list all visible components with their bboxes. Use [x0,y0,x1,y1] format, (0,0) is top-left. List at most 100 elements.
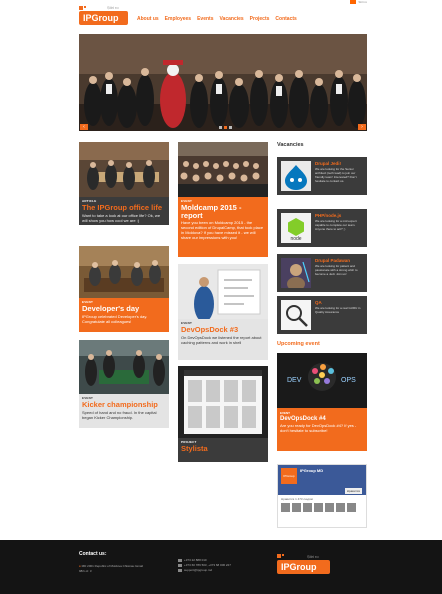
kicker-photo [79,340,169,394]
logo-language-label[interactable]: Știri ro [307,554,319,559]
fb-face-avatar[interactable] [303,503,312,512]
card-title[interactable]: The IPGroup office life [82,204,166,212]
card-body: EVENT DevOpsDock #4 Are you ready for De… [277,408,367,451]
vacancy-info: Drupal Jedi! We are looking for the Seni… [315,161,363,191]
slider-dot[interactable] [219,126,222,129]
nodejs-icon: node [281,213,311,243]
address: ● MD 2001 Republic of Moldova Chisinau I… [79,564,149,573]
vacancy-title[interactable]: Drupal Padawan [315,258,363,263]
page: Stiri ro Știri ro IPGroup About us Emplo… [0,0,442,594]
vacancy-drupal-padawan[interactable]: Drupal Padawan We are looking for patien… [277,254,367,292]
contact-details: +373 22 888 010 +373 60 789 503, +373 68… [178,558,231,573]
vacancy-php-nodejs[interactable]: node PHP/node.js We are looking for a mi… [277,209,367,247]
card-text: Are you ready for DevOpsDock #4? If yes … [280,423,357,433]
vacancy-drupal-jedi[interactable]: Drupal Jedi! We are looking for the Seni… [277,157,367,195]
slider-prev-arrow[interactable]: ‹ [80,124,88,130]
card-office-life[interactable]: ARTICLE The IPGroup office life Want to … [79,142,169,238]
card-devopsdock-4[interactable]: DEV OPS EVENT DevOpsDock #4 Are you read… [277,353,367,451]
card-developers-day[interactable]: EVENT Developer's day IPGroup celebrated… [79,246,169,332]
logo-mark-small [282,554,284,556]
email-link[interactable]: support@ipgroup.md [184,568,212,572]
developers-day-photo [79,246,169,298]
card-kicker-championship[interactable]: EVENT Kicker championship Speed of hand … [79,340,169,428]
vacancies-heading: Vacancies [277,142,304,148]
logo-text: IPGroup [79,11,128,25]
slider-next-arrow[interactable]: › [358,124,366,130]
vacancy-desc: We are looking for a mid expert capable … [315,219,357,231]
footer-logo[interactable]: Știri ro IPGroup [277,552,330,574]
card-text: On DevOpsDock we listened the report abo… [181,334,262,345]
contact-heading: Contact us: [79,551,107,557]
hero-group-photo [79,34,367,131]
language-label[interactable]: Stiri ro [358,0,367,4]
fb-face-avatar[interactable] [336,503,345,512]
phone-icon [178,558,182,562]
logo-text: IPGroup [277,560,330,574]
mobile-icon [178,563,182,567]
flag-icon [350,0,357,4]
card-body: ARTICLE The IPGroup office life Want to … [79,197,169,225]
upcoming-event-heading: Upcoming event [277,341,320,347]
fb-face-avatar[interactable] [292,503,301,512]
fb-page-name[interactable]: IPGroup MD [300,468,323,492]
hero-slider[interactable]: ‹ › [79,34,367,131]
site-logo[interactable]: Știri ro IPGroup [79,5,128,25]
card-body: EVENT Developer's day IPGroup celebrated… [79,298,169,332]
card-moldcamp-report[interactable]: EVENT Moldcamp 2015 - report Have you be… [178,142,268,257]
magnifier-icon [281,300,311,330]
devops-event-image: DEV OPS [277,353,367,408]
card-title[interactable]: Kicker championship [82,401,166,409]
vacancy-title[interactable]: Drupal Jedi! [315,161,363,166]
fb-page-logo[interactable]: IPGroup [281,468,297,484]
card-title[interactable]: DevOpsDock #3 [181,326,265,334]
nav-about-us[interactable]: About us [137,16,159,22]
fb-face-avatar[interactable] [325,503,334,512]
card-title[interactable]: Developer's day [82,305,166,313]
fb-face-avatar[interactable] [281,503,290,512]
vacancy-title[interactable]: QA [315,300,363,305]
fb-like-count: Нравится 1 473 людям [281,497,313,501]
nav-vacancies[interactable]: Vacancies [219,16,243,22]
slider-dot[interactable] [229,126,232,129]
nav-events[interactable]: Events [197,16,213,22]
fb-face-avatar[interactable] [347,503,356,512]
nav-employees[interactable]: Employees [165,16,191,22]
card-tag: EVENT [280,411,291,415]
vacancy-info: PHP/node.js We are looking for a mid exp… [315,213,363,243]
address-text: MD 2001 Republic of Moldova Chisinau Ism… [79,564,144,573]
logo-language-label[interactable]: Știri ro [107,5,119,10]
footer: Contact us: ● MD 2001 Republic of Moldov… [0,540,442,594]
phone-1[interactable]: +373 22 888 010 [184,558,207,562]
dev-label: DEV [287,377,302,384]
card-text: IPGroup celebrated Developer's day. Cong… [82,313,148,324]
card-devopsdock-3[interactable]: EVENT DevOpsDock #3 On DevOpsDock we lis… [178,264,268,360]
card-stylista[interactable]: PROJECT Stylista [178,366,268,462]
logo-mark [79,6,83,10]
office-photo [79,142,169,197]
card-body: EVENT Moldcamp 2015 - report Have you be… [178,197,268,257]
fb-header: IPGroup IPGroup MD Нравится [278,465,366,495]
facebook-widget[interactable]: IPGroup IPGroup MD Нравится Нравится 1 4… [277,464,367,528]
vacancy-qa[interactable]: QA We are looking for a real GURU in Qua… [277,296,367,334]
stylista-screenshot [178,366,268,438]
fb-like-button[interactable]: Нравится [344,488,362,494]
vacancy-title[interactable]: PHP/node.js [315,213,363,218]
nav-projects[interactable]: Projects [250,16,270,22]
main-nav: About us Employees Events Vacancies Proj… [137,16,297,22]
padawan-icon [281,258,311,288]
fb-face-avatar[interactable] [314,503,323,512]
card-title[interactable]: DevOpsDock #4 [280,416,364,422]
vacancy-desc: We are looking for patient and passionat… [315,264,358,276]
language-switch[interactable]: Stiri ro [350,0,367,4]
vacancy-desc: We are looking for a real GURU in Qualit… [315,306,361,314]
nav-contacts[interactable]: Contacts [275,16,296,22]
card-text: Have you been on Moldcamp 2015 - the sec… [181,220,264,240]
phone-2[interactable]: +373 60 789 503, +373 68 006 227 [184,563,231,567]
slider-dot-active[interactable] [224,126,227,129]
location-pin-icon: ● [79,564,81,568]
card-body: PROJECT Stylista [178,438,268,462]
card-title[interactable]: Stylista [181,445,265,453]
card-text: Speed of hand and no fraud. In the capit… [82,409,157,420]
card-body: EVENT Kicker championship Speed of hand … [79,394,169,428]
card-title[interactable]: Moldcamp 2015 - report [181,204,265,219]
